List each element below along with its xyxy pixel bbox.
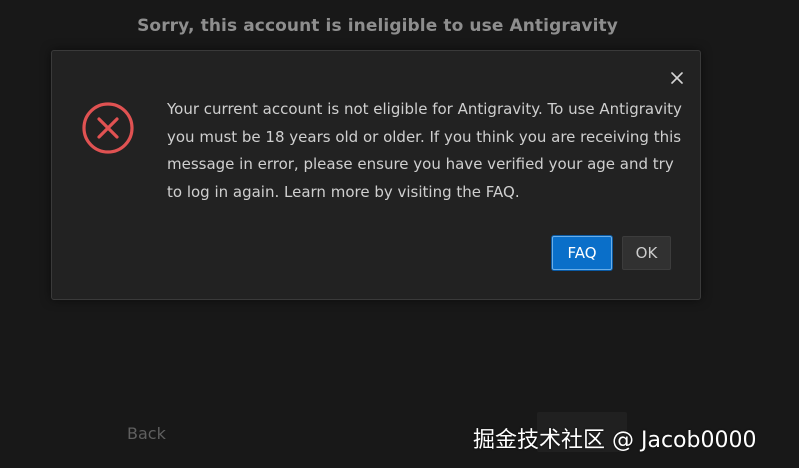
back-button[interactable]: Back	[127, 424, 166, 443]
error-dialog: Your current account is not eligible for…	[51, 50, 701, 300]
close-icon	[671, 72, 683, 84]
faq-button[interactable]: FAQ	[552, 236, 612, 270]
ok-button[interactable]: OK	[622, 236, 671, 270]
watermark: 掘金技术社区 @ Jacob0000	[473, 428, 757, 453]
dialog-message: Your current account is not eligible for…	[167, 100, 682, 201]
page-title: Sorry, this account is ineligible to use…	[137, 16, 618, 36]
error-circle-x-icon	[82, 102, 134, 154]
close-button[interactable]	[667, 68, 687, 88]
